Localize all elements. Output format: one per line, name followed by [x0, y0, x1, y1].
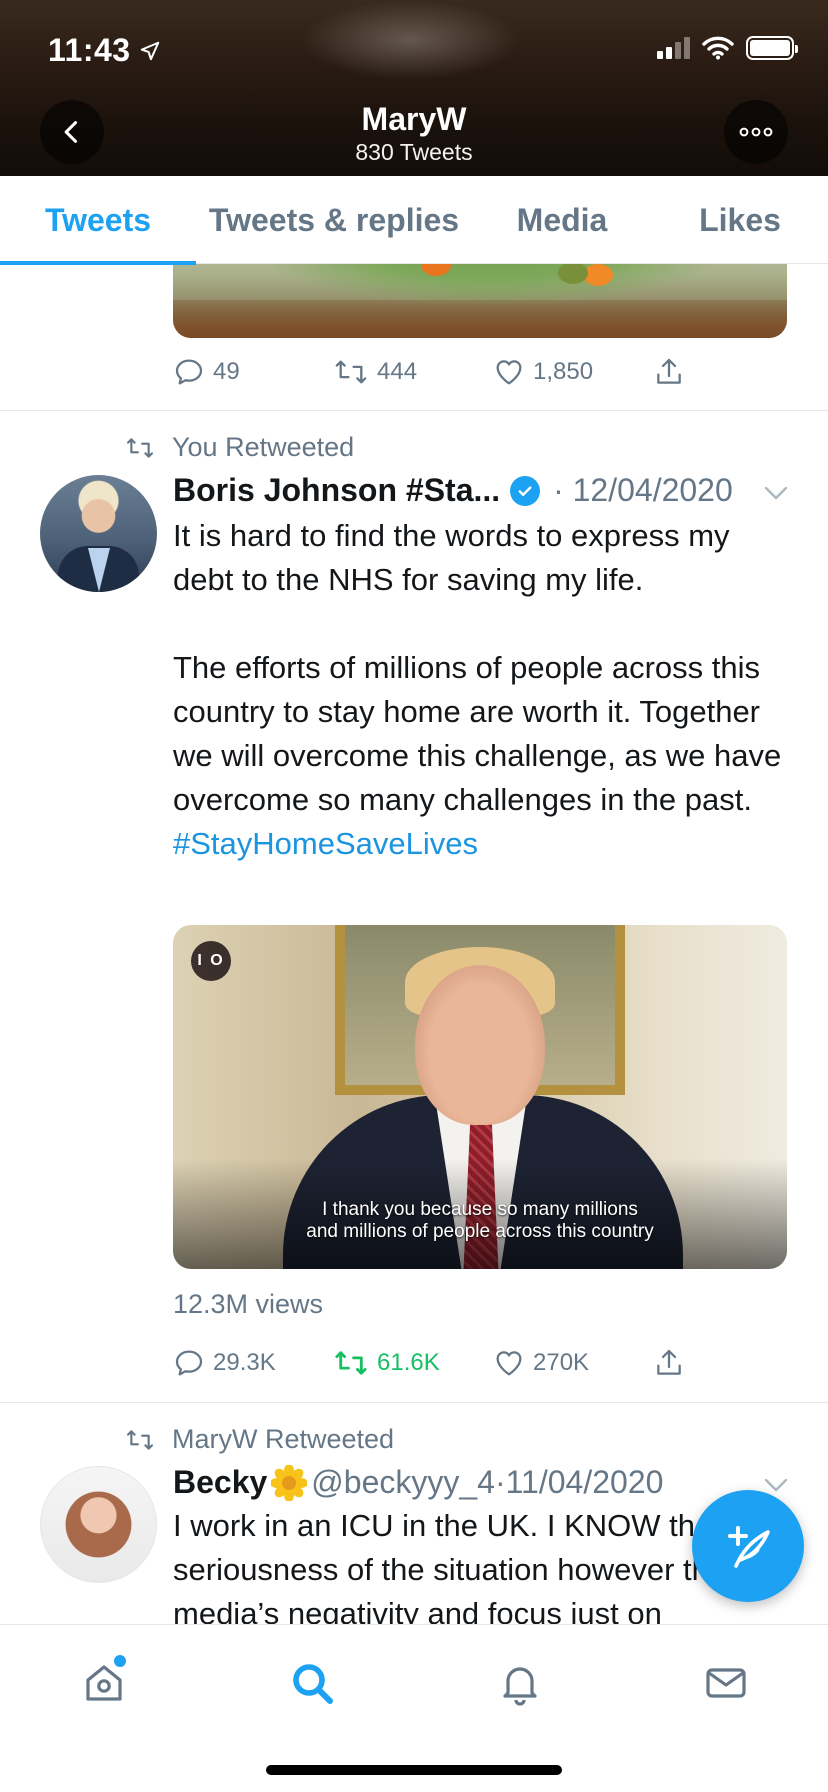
status-time-text: 11:43: [48, 32, 131, 68]
like-count: 270K: [533, 1349, 590, 1376]
search-icon: [293, 1664, 333, 1704]
author-name[interactable]: Becky: [173, 1464, 267, 1501]
chevron-down-icon: [764, 486, 788, 500]
like-button[interactable]: 1,850: [493, 356, 653, 388]
tweet-feed[interactable]: 49 444 1,850 You Retweeted Boris Johnson…: [0, 264, 828, 1624]
divider: [0, 410, 828, 411]
share-icon: [657, 1349, 681, 1375]
reply-button[interactable]: 49: [173, 356, 333, 388]
bell-icon: [503, 1667, 537, 1706]
more-options-button[interactable]: [724, 100, 788, 164]
tweet-actions: 29.3K 61.6K 270K: [173, 1347, 713, 1379]
like-icon: [496, 1351, 522, 1376]
profile-name: MaryW: [361, 101, 467, 137]
tab-tweets-and-replies[interactable]: Tweets & replies: [196, 176, 472, 264]
status-time: 11:43: [48, 32, 161, 69]
profile-header: 11:43 MaryW 830 Tweets: [0, 0, 828, 176]
share-button[interactable]: [653, 356, 713, 388]
tweet-count: 830 Tweets: [355, 139, 473, 165]
tweet-text: It is hard to find the words to express …: [173, 514, 783, 866]
share-icon: [657, 358, 681, 384]
retweet-icon: [126, 1429, 153, 1450]
wifi-icon: [702, 36, 734, 60]
retweet-context: MaryW Retweeted: [124, 1424, 394, 1455]
divider: [0, 1402, 828, 1403]
status-icons: [657, 36, 798, 60]
compose-tweet-button[interactable]: [692, 1490, 804, 1602]
tab-tweets[interactable]: Tweets: [0, 176, 196, 265]
nav-messages[interactable]: [698, 1655, 754, 1711]
tweet-author-line[interactable]: Boris Johnson #Sta... · 12/04/2020: [173, 472, 733, 509]
verified-icon: [510, 475, 541, 506]
tweet-date: 12/04/2020: [572, 472, 733, 508]
home-indicator: [266, 1765, 562, 1775]
view-count: 12.3M views: [173, 1289, 324, 1319]
video-caption-line: I thank you because so many millions: [322, 1199, 638, 1220]
retweet-context-text: You Retweeted: [172, 432, 355, 462]
signal-icon: [657, 37, 690, 59]
chevron-down-icon: [764, 1478, 788, 1492]
location-arrow-icon: [140, 41, 159, 60]
battery-icon: [746, 36, 798, 60]
previous-tweet-image[interactable]: [173, 264, 787, 338]
retweet-button[interactable]: 61.6K: [333, 1347, 493, 1379]
author-name[interactable]: Boris Johnson #Sta...: [173, 472, 500, 509]
tweet-options-button[interactable]: [764, 486, 788, 505]
notification-dot: [114, 1655, 126, 1667]
compose-icon: [728, 1526, 770, 1568]
retweet-icon: [126, 437, 153, 458]
reply-count: 29.3K: [213, 1349, 276, 1376]
reply-button[interactable]: 29.3K: [173, 1347, 333, 1379]
nav-notifications[interactable]: [492, 1655, 548, 1711]
tweet-paragraph: The efforts of millions of people across…: [173, 650, 782, 817]
nav-home[interactable]: [76, 1655, 132, 1711]
reply-icon: [175, 359, 203, 385]
tweet-date: 11/04/2020: [505, 1464, 664, 1500]
bottom-navigation: [0, 1624, 828, 1792]
retweet-button[interactable]: 444: [333, 356, 493, 388]
tweet-video[interactable]: I O I thank you because so many millions…: [173, 925, 787, 1269]
reply-count: 49: [213, 358, 240, 385]
retweet-count: 61.6K: [377, 1349, 440, 1376]
tweet-author-line[interactable]: Becky @beckyyy_4 · 11/04/2020: [173, 1464, 663, 1501]
reply-icon: [175, 1350, 203, 1376]
like-button[interactable]: 270K: [493, 1347, 653, 1379]
retweet-context: You Retweeted: [124, 432, 354, 463]
sunflower-icon: [271, 1464, 308, 1501]
avatar[interactable]: [40, 475, 157, 592]
tab-media[interactable]: Media: [472, 176, 652, 264]
tweet-text: I work in an ICU in the UK. I KNOW the s…: [173, 1508, 727, 1624]
mail-icon: [706, 1668, 746, 1698]
retweet-icon: [335, 360, 367, 384]
video-badge: I O: [191, 941, 231, 981]
like-count: 1,850: [533, 358, 594, 385]
header-title: MaryW 830 Tweets: [0, 100, 828, 166]
avatar[interactable]: [40, 1466, 157, 1583]
video-caption-line: and millions of people across this count…: [306, 1221, 654, 1242]
author-handle[interactable]: @beckyyy_4: [311, 1464, 495, 1501]
retweet-context-text: MaryW Retweeted: [172, 1424, 395, 1454]
like-icon: [496, 360, 522, 385]
profile-tabs: Tweets Tweets & replies Media Likes: [0, 176, 828, 265]
tab-likes[interactable]: Likes: [652, 176, 828, 264]
previous-tweet-actions: 49 444 1,850: [173, 356, 713, 388]
tweet-paragraph: It is hard to find the words to express …: [173, 518, 730, 597]
retweet-icon: [335, 1351, 367, 1375]
share-button[interactable]: [653, 1347, 713, 1379]
nav-search[interactable]: [284, 1655, 340, 1711]
retweet-count: 444: [377, 358, 418, 385]
video-caption: I thank you because so many millions and…: [173, 1199, 787, 1243]
more-icon: [739, 127, 773, 137]
hashtag-link[interactable]: #StayHomeSaveLives: [173, 822, 783, 866]
